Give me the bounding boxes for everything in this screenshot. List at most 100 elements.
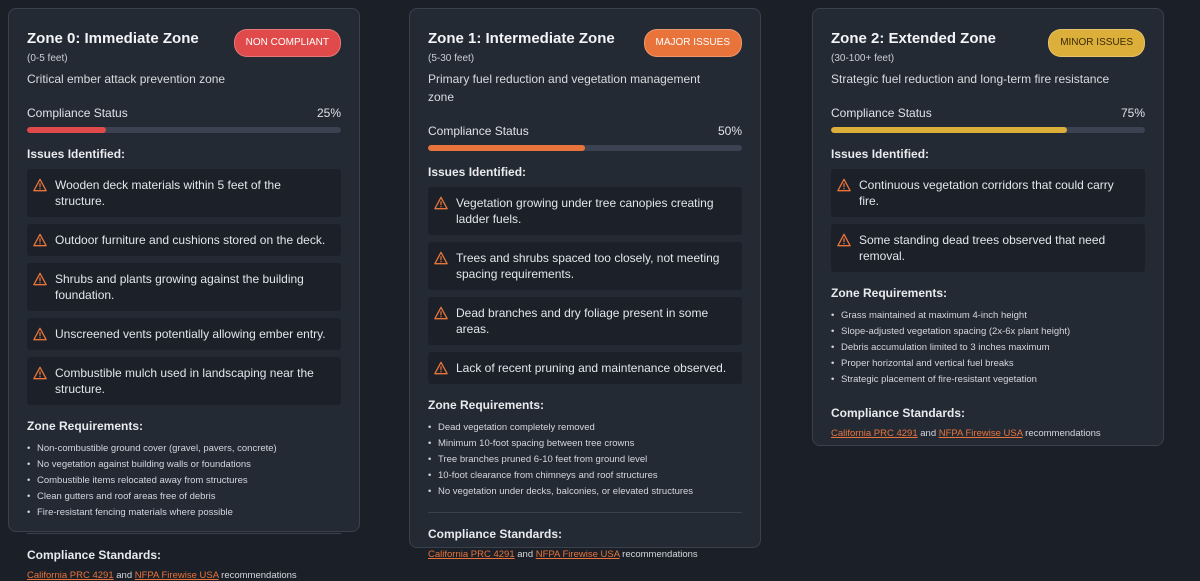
status-badge: MAJOR ISSUES	[643, 29, 742, 57]
zone-header: Zone 0: Immediate Zone (0-5 feet) Critic…	[27, 29, 341, 88]
issue-text: Continuous vegetation corridors that cou…	[859, 178, 1114, 208]
issue-text: Vegetation growing under tree canopies c…	[456, 196, 714, 226]
warning-icon	[434, 251, 448, 265]
status-badge: MINOR ISSUES	[1048, 29, 1145, 57]
compliance-status-row: Compliance Status 50%	[428, 124, 742, 138]
requirement-item: 10-foot clearance from chimneys and roof…	[428, 468, 742, 484]
california-prc-4291-link[interactable]: California PRC 4291	[831, 428, 918, 439]
nfpa-firewise-link[interactable]: NFPA Firewise USA	[135, 570, 219, 581]
requirements-list: Dead vegetation completely removed Minim…	[428, 420, 742, 500]
california-prc-4291-link[interactable]: California PRC 4291	[27, 570, 114, 581]
issue-text: Unscreened vents potentially allowing em…	[55, 327, 326, 341]
zone-header: Zone 2: Extended Zone (30-100+ feet) Str…	[831, 29, 1145, 88]
requirements-heading: Zone Requirements:	[428, 398, 545, 412]
status-badge: NON COMPLIANT	[233, 29, 341, 57]
compliance-percent: 25%	[316, 106, 341, 120]
requirement-item: Grass maintained at maximum 4-inch heigh…	[831, 308, 1145, 324]
requirement-item: Dead vegetation completely removed	[428, 420, 742, 436]
requirement-item: Debris accumulation limited to 3 inches …	[831, 340, 1145, 356]
issue-text: Shrubs and plants growing against the bu…	[55, 272, 304, 302]
warning-icon	[33, 366, 47, 380]
warning-icon	[33, 327, 47, 341]
standards-tail: recommendations	[619, 549, 698, 560]
california-prc-4291-link[interactable]: California PRC 4291	[428, 549, 515, 560]
compliance-progress-bar	[27, 127, 341, 133]
requirement-item: Minimum 10-foot spacing between tree cro…	[428, 436, 742, 452]
issue-item: Lack of recent pruning and maintenance o…	[428, 352, 742, 384]
compliance-progress-bar	[428, 145, 742, 151]
requirements-list: Grass maintained at maximum 4-inch heigh…	[831, 308, 1145, 388]
issues-heading: Issues Identified:	[831, 147, 930, 161]
requirement-item: No vegetation under decks, balconies, or…	[428, 484, 742, 500]
standards-heading: Compliance Standards:	[428, 527, 563, 541]
issues-list: Continuous vegetation corridors that cou…	[831, 169, 1145, 272]
requirements-list: Non-combustible ground cover (gravel, pa…	[27, 441, 341, 521]
issues-heading: Issues Identified:	[27, 147, 126, 161]
standards-heading: Compliance Standards:	[27, 548, 162, 562]
warning-icon	[33, 233, 47, 247]
nfpa-firewise-link[interactable]: NFPA Firewise USA	[939, 428, 1023, 439]
requirements-heading: Zone Requirements:	[831, 286, 948, 300]
issue-item: Outdoor furniture and cushions stored on…	[27, 224, 341, 256]
requirement-item: Strategic placement of fire-resistant ve…	[831, 372, 1145, 388]
compliance-percent: 50%	[717, 124, 742, 138]
issue-item: Shrubs and plants growing against the bu…	[27, 263, 341, 311]
warning-icon	[434, 361, 448, 375]
standards-tail: recommendations	[1022, 428, 1101, 439]
issue-text: Outdoor furniture and cushions stored on…	[55, 233, 326, 247]
issue-text: Wooden deck materials within 5 feet of t…	[55, 178, 281, 208]
zone-0-card: Zone 0: Immediate Zone (0-5 feet) Critic…	[8, 8, 360, 581]
issues-list: Vegetation growing under tree canopies c…	[428, 187, 742, 384]
zones-container: Zone 0: Immediate Zone (0-5 feet) Critic…	[0, 0, 1200, 581]
issue-item: Dead branches and dry foliage present in…	[428, 297, 742, 345]
standards-text: California PRC 4291 and NFPA Firewise US…	[831, 428, 1145, 439]
issue-text: Lack of recent pruning and maintenance o…	[456, 361, 727, 375]
standards-and: and	[514, 549, 536, 560]
issues-list: Wooden deck materials within 5 feet of t…	[27, 169, 341, 405]
standards-and: and	[917, 428, 939, 439]
compliance-progress-fill	[428, 145, 585, 151]
divider	[428, 512, 742, 513]
issue-item: Vegetation growing under tree canopies c…	[428, 187, 742, 235]
zone-description: Critical ember attack prevention zone	[27, 72, 226, 86]
standards-and: and	[113, 570, 135, 581]
warning-icon	[434, 196, 448, 210]
compliance-status-label: Compliance Status	[27, 106, 128, 120]
requirement-item: No vegetation against building walls or …	[27, 457, 341, 473]
compliance-status-label: Compliance Status	[831, 106, 932, 120]
issue-item: Trees and shrubs spaced too closely, not…	[428, 242, 742, 290]
compliance-progress-fill	[27, 127, 106, 133]
warning-icon	[837, 178, 851, 192]
zone-1-card: Zone 1: Intermediate Zone (5-30 feet) Pr…	[409, 8, 761, 560]
issue-item: Continuous vegetation corridors that cou…	[831, 169, 1145, 217]
zone-description: Primary fuel reduction and vegetation ma…	[428, 72, 701, 104]
requirements-heading: Zone Requirements:	[27, 419, 144, 433]
zone-description: Strategic fuel reduction and long-term f…	[831, 72, 1110, 86]
issues-heading: Issues Identified:	[428, 165, 527, 179]
issue-item: Some standing dead trees observed that n…	[831, 224, 1145, 272]
standards-tail: recommendations	[218, 570, 297, 581]
nfpa-firewise-link[interactable]: NFPA Firewise USA	[536, 549, 620, 560]
standards-text: California PRC 4291 and NFPA Firewise US…	[27, 570, 341, 581]
issue-item: Unscreened vents potentially allowing em…	[27, 318, 341, 350]
compliance-progress-bar	[831, 127, 1145, 133]
zone-header: Zone 1: Intermediate Zone (5-30 feet) Pr…	[428, 29, 742, 106]
requirement-item: Proper horizontal and vertical fuel brea…	[831, 356, 1145, 372]
divider	[27, 533, 341, 534]
compliance-percent: 75%	[1120, 106, 1145, 120]
requirement-item: Combustible items relocated away from st…	[27, 473, 341, 489]
issue-item: Wooden deck materials within 5 feet of t…	[27, 169, 341, 217]
requirement-item: Fire-resistant fencing materials where p…	[27, 505, 341, 521]
compliance-status-row: Compliance Status 25%	[27, 106, 341, 120]
requirement-item: Slope-adjusted vegetation spacing (2x-6x…	[831, 324, 1145, 340]
warning-icon	[837, 233, 851, 247]
requirement-item: Clean gutters and roof areas free of deb…	[27, 489, 341, 505]
issue-item: Combustible mulch used in landscaping ne…	[27, 357, 341, 405]
compliance-status-label: Compliance Status	[428, 124, 529, 138]
issue-text: Combustible mulch used in landscaping ne…	[55, 366, 314, 396]
warning-icon	[434, 306, 448, 320]
compliance-status-row: Compliance Status 75%	[831, 106, 1145, 120]
issue-text: Trees and shrubs spaced too closely, not…	[456, 251, 720, 281]
standards-heading: Compliance Standards:	[831, 406, 966, 420]
issue-text: Some standing dead trees observed that n…	[859, 233, 1106, 263]
